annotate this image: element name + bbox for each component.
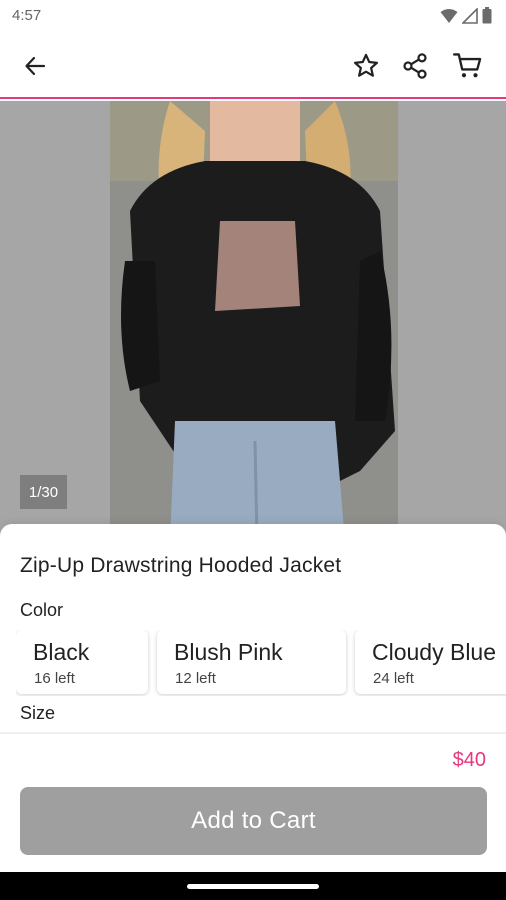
product-photo[interactable] xyxy=(110,101,398,541)
home-gesture-handle[interactable] xyxy=(187,884,319,889)
product-title: Zip-Up Drawstring Hooded Jacket xyxy=(20,554,342,577)
system-nav-bar xyxy=(0,872,506,900)
cart-icon xyxy=(453,53,482,78)
share-button[interactable] xyxy=(393,44,437,88)
wifi-icon xyxy=(440,8,458,23)
back-button[interactable] xyxy=(13,44,57,88)
product-photo-illustration xyxy=(110,101,398,541)
add-to-cart-button[interactable]: Add to Cart xyxy=(20,787,487,855)
status-icons xyxy=(440,7,492,24)
color-option-name: Cloudy Blue xyxy=(372,639,497,665)
color-options: Black 16 left Blush Pink 12 left Cloudy … xyxy=(16,630,506,696)
star-icon xyxy=(353,53,379,77)
status-time: 4:57 xyxy=(12,7,42,24)
color-option-cloudy-blue[interactable]: Cloudy Blue 24 left xyxy=(355,630,506,694)
color-option-stock: 16 left xyxy=(34,670,75,687)
app-bar xyxy=(0,32,506,99)
size-label: Size xyxy=(20,703,56,723)
status-bar: 4:57 xyxy=(0,0,506,32)
product-options-sheet: Zip-Up Drawstring Hooded Jacket Color Bl… xyxy=(0,524,506,900)
arrow-left-icon xyxy=(25,56,46,76)
image-counter: 1/30 xyxy=(20,475,67,509)
color-option-name: Blush Pink xyxy=(174,639,283,665)
color-option-black[interactable]: Black 16 left xyxy=(16,630,148,694)
share-icon xyxy=(403,53,427,79)
divider xyxy=(0,732,506,734)
color-label: Color xyxy=(20,600,64,620)
favorite-button[interactable] xyxy=(344,44,388,88)
color-option-blush-pink[interactable]: Blush Pink 12 left xyxy=(157,630,346,694)
product-image-gallery[interactable]: 1/30 xyxy=(0,101,506,541)
color-option-stock: 24 left xyxy=(373,670,414,687)
signal-icon xyxy=(462,7,478,24)
color-option-name: Black xyxy=(33,639,90,665)
battery-icon xyxy=(482,7,492,24)
price: $40 xyxy=(452,749,486,771)
cart-button[interactable] xyxy=(446,44,490,88)
color-option-stock: 12 left xyxy=(175,670,216,687)
